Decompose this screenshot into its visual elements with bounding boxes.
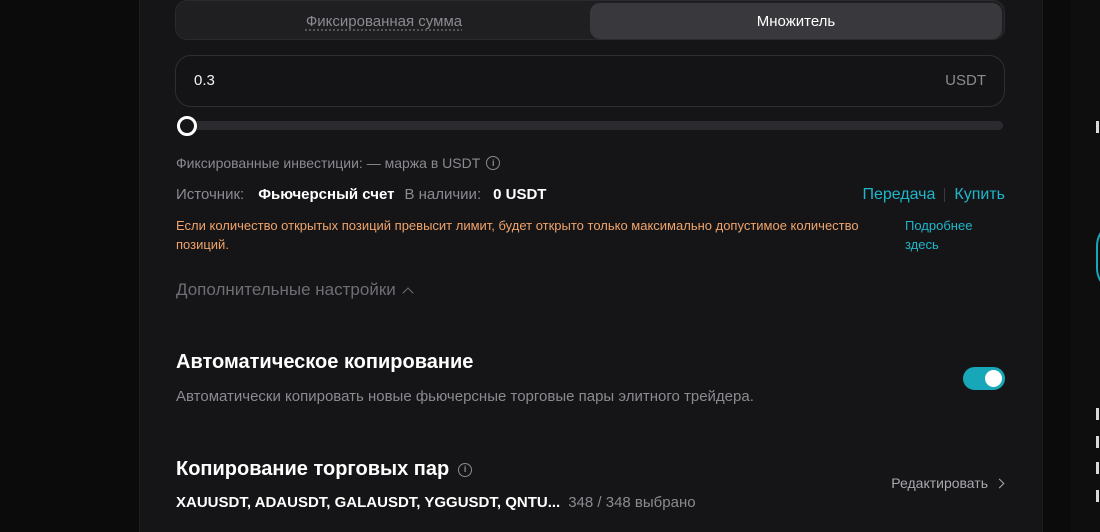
advanced-settings-toggle[interactable]: Дополнительные настройки [176,280,414,300]
tab-multiplier-label: Множитель [756,12,836,30]
edit-pairs-label: Редактировать [891,475,988,491]
position-limit-warning: Если количество открытых позиций превыси… [176,218,859,252]
tab-fixed-amount-label: Фиксированная сумма [305,12,463,30]
side-mark [1096,408,1099,420]
copy-pairs-header: Копирование торговых пар i [176,458,473,481]
auto-copy-title: Автоматическое копирование [176,351,474,373]
fixed-investment-text: Фиксированные инвестиции: — маржа в USDT [176,155,481,171]
source-value: Фьючерсный счет [258,186,395,203]
auto-copy-toggle[interactable] [963,367,1005,390]
chevron-up-icon [402,286,414,299]
available-value: 0 USDT [493,186,547,203]
side-mark [1096,121,1099,133]
side-mark [1096,490,1099,502]
buy-link[interactable]: Купить [954,186,1005,204]
amount-unit: USDT [945,72,986,89]
pairs-list: XAUUSDT, ADAUSDT, GALAUSDT, YGGUSDT, QNT… [176,494,561,511]
tab-fixed-amount[interactable]: Фиксированная сумма [178,3,590,39]
mode-segmented-control: Фиксированная сумма Множитель [175,0,1005,40]
auto-copy-description: Автоматически копировать новые фьючерсны… [176,388,754,405]
chevron-right-icon [994,478,1005,488]
amount-value: 0.3 [194,72,215,89]
amount-input[interactable]: 0.3 USDT [175,55,1005,107]
learn-more-link[interactable]: Подробнее здесь [905,216,1005,254]
pairs-count: 348 / 348 выбрано [568,494,696,511]
fixed-investment-info: Фиксированные инвестиции: — маржа в USDT… [176,155,501,171]
info-icon[interactable]: i [486,156,501,170]
selected-pairs: XAUUSDT, ADAUSDT, GALAUSDT, YGGUSDT, QNT… [176,494,696,511]
side-mark [1096,436,1099,448]
info-icon[interactable]: i [458,462,473,477]
tab-multiplier[interactable]: Множитель [590,3,1002,39]
edit-pairs-button[interactable]: Редактировать [891,475,1005,491]
side-mark [1096,462,1099,474]
available-label: В наличии: [404,186,482,203]
copy-pairs-title: Копирование торговых пар [176,458,450,480]
toggle-knob [985,370,1002,387]
advanced-settings-label: Дополнительные настройки [176,280,396,299]
funding-links: Передача Купить [862,186,1005,204]
source-row: Источник: Фьючерсный счет В наличии: 0 U… [176,186,546,203]
link-divider [944,188,946,202]
transfer-link[interactable]: Передача [862,186,935,204]
multiplier-slider-thumb[interactable] [177,116,197,136]
source-label: Источник: [176,186,245,203]
multiplier-slider-track[interactable] [177,121,1003,130]
